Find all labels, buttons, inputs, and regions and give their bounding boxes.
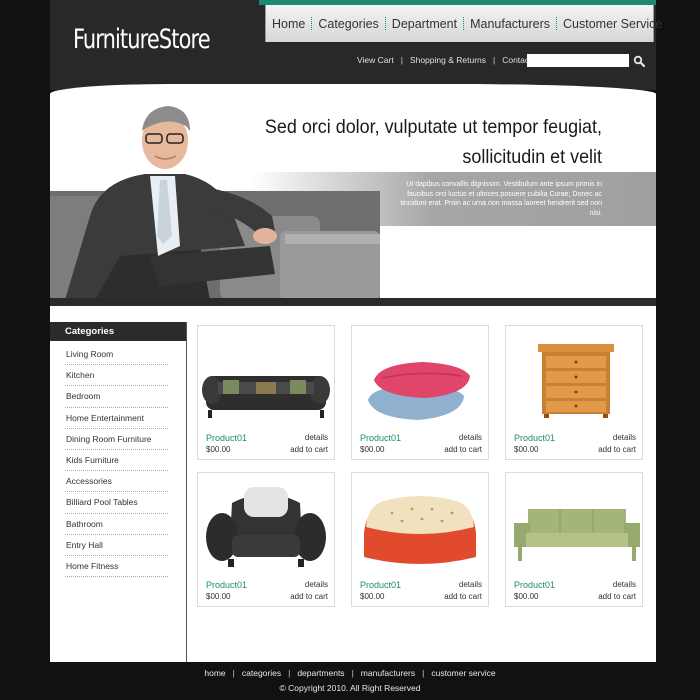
hero-banner: Sed orci dolor, vulputate ut tempor feug… <box>50 84 656 300</box>
nav-customer-service[interactable]: Customer Service <box>557 17 668 31</box>
product-price: $00.00 <box>514 592 539 601</box>
utility-links: View Cart | Shopping & Returns | Contact… <box>350 53 551 67</box>
main-content: Categories Living Room Kitchen Bedroom H… <box>50 306 656 662</box>
banner-bottom-bar <box>50 298 656 306</box>
product-name[interactable]: Product01 <box>514 433 555 443</box>
category-home-fitness[interactable]: Home Fitness <box>65 556 168 578</box>
banner-text: Ut dapibus convallis dignissim. Vestibul… <box>400 181 602 217</box>
site-logo[interactable]: FurnitureStore <box>73 24 211 55</box>
main-nav: Home Categories Department Manufacturers… <box>265 5 662 42</box>
banner-headline: Sed orci dolor, vulputate ut tempor feug… <box>252 112 602 172</box>
green-sofa-image[interactable] <box>506 481 642 573</box>
add-to-cart-link[interactable]: add to cart <box>290 592 328 601</box>
product-card: Product01 details $00.00 add to cart <box>197 472 335 607</box>
product-price: $00.00 <box>206 592 231 601</box>
add-to-cart-link[interactable]: add to cart <box>444 445 482 454</box>
footer-manufacturers-link[interactable]: manufacturers <box>354 668 422 678</box>
details-link[interactable]: details <box>613 433 636 442</box>
category-kids-furniture[interactable]: Kids Furniture <box>65 450 168 472</box>
footer-nav: home | categories | departments | manufacturer… <box>0 668 700 678</box>
view-cart-link[interactable]: View Cart <box>350 55 401 65</box>
add-to-cart-link[interactable]: add to cart <box>290 445 328 454</box>
pillows-image[interactable] <box>352 334 488 426</box>
product-card: Product01 details $00.00 add to cart <box>197 325 335 460</box>
nav-department[interactable]: Department <box>386 17 463 31</box>
category-entry-hall[interactable]: Entry Hall <box>65 535 168 556</box>
copyright-text: © Copyright 2010. All Right Reserved <box>279 683 421 693</box>
add-to-cart-link[interactable]: add to cart <box>598 445 636 454</box>
category-bathroom[interactable]: Bathroom <box>65 514 168 535</box>
sofa-image[interactable] <box>198 334 334 426</box>
product-card: Product01 details $00.00 add to cart <box>505 472 643 607</box>
product-name[interactable]: Product01 <box>206 580 247 590</box>
category-billiard-pool-tables[interactable]: Billiard Pool Tables <box>65 492 168 514</box>
add-to-cart-link[interactable]: add to cart <box>598 592 636 601</box>
product-price: $00.00 <box>514 445 539 454</box>
search-input[interactable] <box>527 54 629 67</box>
category-list: Living Room Kitchen Bedroom Home Enterta… <box>65 344 168 578</box>
footer-categories-link[interactable]: categories <box>235 668 288 678</box>
banner-headline-line-2: sollicitudin et velit <box>462 146 602 168</box>
nav-manufacturers[interactable]: Manufacturers <box>464 17 556 31</box>
details-link[interactable]: details <box>305 433 328 442</box>
category-accessories[interactable]: Accessories <box>65 471 168 493</box>
category-dining-room-furniture[interactable]: Dining Room Furniture <box>65 429 168 450</box>
product-card: Product01 details $00.00 add to cart <box>505 325 643 460</box>
sidebar-divider <box>186 322 187 662</box>
page: FurnitureStore Home Categories Departmen… <box>0 0 700 700</box>
details-link[interactable]: details <box>613 580 636 589</box>
details-link[interactable]: details <box>459 580 482 589</box>
pouf-image[interactable] <box>352 481 488 573</box>
nav-categories[interactable]: Categories <box>312 17 384 31</box>
category-home-entertainment[interactable]: Home Entertainment <box>65 408 168 429</box>
category-bedroom[interactable]: Bedroom <box>65 386 168 408</box>
details-link[interactable]: details <box>305 580 328 589</box>
armchair-image[interactable] <box>198 481 334 573</box>
product-price: $00.00 <box>360 445 385 454</box>
header: FurnitureStore Home Categories Departmen… <box>50 0 662 90</box>
product-name[interactable]: Product01 <box>360 580 401 590</box>
shopping-returns-link[interactable]: Shopping & Returns <box>403 55 493 65</box>
product-name[interactable]: Product01 <box>514 580 555 590</box>
category-living-room[interactable]: Living Room <box>65 344 168 366</box>
footer-home-link[interactable]: home <box>197 668 232 678</box>
product-name[interactable]: Product01 <box>206 433 247 443</box>
search-icon[interactable] <box>633 55 645 67</box>
details-link[interactable]: details <box>459 433 482 442</box>
product-price: $00.00 <box>360 592 385 601</box>
categories-header: Categories <box>50 322 186 341</box>
nav-home[interactable]: Home <box>266 17 311 31</box>
dresser-image[interactable] <box>506 334 642 426</box>
footer-customer-service-link[interactable]: customer service <box>424 668 502 678</box>
product-name[interactable]: Product01 <box>360 433 401 443</box>
add-to-cart-link[interactable]: add to cart <box>444 592 482 601</box>
product-card: Product01 details $00.00 add to cart <box>351 325 489 460</box>
category-kitchen[interactable]: Kitchen <box>65 365 168 387</box>
banner-headline-line-1: Sed orci dolor, vulputate ut tempor feug… <box>264 116 602 138</box>
product-price: $00.00 <box>206 445 231 454</box>
footer-departments-link[interactable]: departments <box>290 668 351 678</box>
product-card: Product01 details $00.00 add to cart <box>351 472 489 607</box>
